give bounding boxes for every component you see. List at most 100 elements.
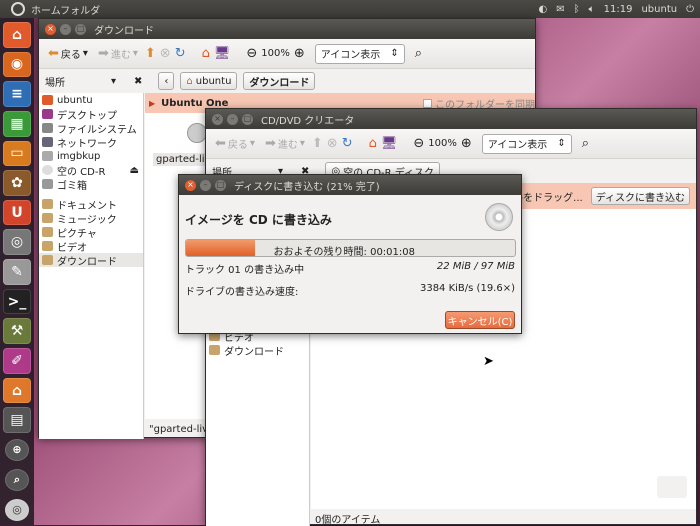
up-arrow-icon[interactable]: ⬆ bbox=[312, 137, 323, 150]
sidebar: ubuntu デスクトップ ファイルシステム ネットワーク imgbkup 空の… bbox=[39, 93, 144, 439]
ubuntu-logo-icon[interactable] bbox=[11, 2, 25, 16]
reload-icon[interactable]: ↻ bbox=[175, 47, 186, 60]
camera-icon[interactable]: ◎ bbox=[3, 229, 31, 256]
path-back-button[interactable]: ‹ bbox=[158, 72, 175, 90]
sidebar-item-music[interactable]: ミュージック bbox=[39, 211, 143, 226]
search-icon[interactable]: ⌕ bbox=[415, 47, 422, 60]
app-name[interactable]: ホームフォルダ bbox=[31, 2, 100, 17]
stop-icon[interactable]: ⊗ bbox=[160, 47, 171, 60]
minimize-icon[interactable]: – bbox=[200, 179, 211, 191]
sidebar-item-home[interactable]: ubuntu bbox=[39, 93, 143, 107]
ubuntu-one-icon[interactable]: U bbox=[3, 199, 31, 226]
sidebar-item-imgbkup[interactable]: imgbkup bbox=[39, 149, 143, 163]
cd-icon bbox=[42, 165, 53, 175]
terminal-icon[interactable]: >_ bbox=[3, 288, 31, 315]
tools-icon[interactable]: ⚒ bbox=[3, 318, 31, 345]
cd-icon[interactable]: ◎ bbox=[5, 498, 29, 521]
minimize-icon[interactable]: – bbox=[60, 23, 71, 35]
breadcrumb-ubuntu[interactable]: ⌂ ubuntu bbox=[180, 72, 238, 90]
dialog-title: ディスクに書き込む (21% 完了) bbox=[234, 181, 380, 193]
forward-button[interactable]: ➡ 進む ▾ bbox=[262, 136, 308, 151]
desktop-icon bbox=[42, 109, 53, 119]
impress-icon[interactable]: ▭ bbox=[3, 140, 31, 167]
close-icon[interactable]: × bbox=[212, 113, 223, 125]
zoom-in-icon[interactable]: ⊕ bbox=[294, 47, 305, 60]
burn-disc-button[interactable]: ディスクに書き込む bbox=[590, 187, 690, 205]
forward-arrow-icon: ➡ bbox=[97, 46, 109, 61]
minimize-icon[interactable]: – bbox=[227, 113, 238, 125]
view-label: アイコン表示 bbox=[320, 50, 381, 61]
folder-icon bbox=[209, 345, 220, 355]
power-icon[interactable]: ⏻ bbox=[686, 4, 694, 15]
back-label: 戻る bbox=[60, 50, 81, 61]
zoom-in-icon[interactable]: ⊕ bbox=[461, 137, 472, 150]
home-folder-icon[interactable]: ⌂ bbox=[3, 22, 31, 48]
close-icon[interactable]: × bbox=[45, 23, 56, 35]
sidebar-label: デスクトップ bbox=[57, 110, 117, 122]
back-button[interactable]: ⬅ 戻る ▾ bbox=[212, 136, 258, 151]
breadcrumb-downloads[interactable]: ダウンロード bbox=[243, 72, 316, 90]
maximize-icon[interactable]: □ bbox=[75, 23, 86, 35]
eject-icon[interactable]: ⏏ bbox=[130, 165, 139, 176]
network-icon[interactable]: ◐ bbox=[539, 4, 548, 15]
home-icon bbox=[42, 95, 53, 105]
sidebar-item-pictures[interactable]: ピクチャ bbox=[39, 225, 143, 240]
close-icon[interactable]: × bbox=[185, 179, 196, 191]
paint-icon[interactable]: ✐ bbox=[3, 348, 31, 374]
sidebar-item-desktop[interactable]: デスクトップ bbox=[39, 107, 143, 122]
back-label: 戻る bbox=[227, 140, 248, 151]
firefox-icon[interactable]: ◉ bbox=[3, 51, 31, 78]
up-arrow-icon[interactable]: ⬆ bbox=[145, 47, 156, 60]
volume-icon[interactable]: 🔈︎ bbox=[589, 4, 595, 15]
home-icon[interactable]: ⌂ bbox=[369, 137, 377, 150]
maximize-icon[interactable]: □ bbox=[242, 113, 253, 125]
user-menu[interactable]: ubuntu bbox=[641, 4, 677, 15]
search-icon[interactable]: ⌕ bbox=[5, 468, 29, 491]
clock[interactable]: 11:19 bbox=[604, 4, 633, 15]
mail-icon[interactable]: ✉ bbox=[556, 4, 564, 15]
computer-icon[interactable]: 🖥︎ bbox=[381, 137, 398, 150]
home-folder-icon[interactable]: ⌂ bbox=[3, 377, 31, 404]
writer-icon[interactable]: ≡ bbox=[3, 81, 31, 107]
window-title: CD/DVD クリエータ bbox=[261, 115, 355, 127]
view-selector[interactable]: アイコン表示 ⇕ bbox=[481, 133, 572, 154]
calc-icon[interactable]: ▦ bbox=[3, 110, 31, 137]
window-titlebar[interactable]: × – □ CD/DVD クリエータ bbox=[206, 109, 696, 129]
window-titlebar[interactable]: × – □ ダウンロード bbox=[39, 19, 535, 39]
cd-image-icon[interactable] bbox=[187, 123, 207, 143]
dialog-titlebar[interactable]: × – □ ディスクに書き込む (21% 完了) bbox=[179, 175, 521, 195]
search-icon[interactable]: ⌕ bbox=[582, 137, 589, 150]
bluetooth-icon[interactable]: ᛒ bbox=[574, 4, 580, 15]
home-icon[interactable]: ⌂ bbox=[202, 47, 210, 60]
triangle-right-icon[interactable]: ▶ bbox=[149, 99, 155, 108]
sidebar-item-filesystem[interactable]: ファイルシステム bbox=[39, 121, 143, 136]
workspace-icon[interactable]: ⊕ bbox=[5, 438, 29, 461]
view-selector[interactable]: アイコン表示 ⇕ bbox=[314, 43, 405, 64]
close-sidebar-icon[interactable]: ✖ bbox=[134, 76, 142, 87]
reload-icon[interactable]: ↻ bbox=[342, 137, 353, 150]
back-button[interactable]: ⬅ 戻る ▾ bbox=[45, 46, 91, 61]
software-center-icon[interactable]: ✿ bbox=[3, 170, 31, 196]
forward-button[interactable]: ➡ 進む ▾ bbox=[95, 46, 141, 61]
sidebar-item-downloads[interactable]: ダウンロード bbox=[39, 253, 143, 268]
sidebar-item-blank-cd[interactable]: 空の CD-R ⏏ bbox=[39, 163, 143, 178]
cancel-button[interactable]: キャンセル(C) bbox=[445, 311, 515, 329]
trash-icon bbox=[42, 179, 53, 189]
computer-icon[interactable]: 🖥︎ bbox=[214, 47, 231, 60]
sidebar-item-documents[interactable]: ドキュメント bbox=[39, 197, 143, 212]
stop-icon[interactable]: ⊗ bbox=[327, 137, 338, 150]
sidebar-item-downloads[interactable]: ダウンロード bbox=[206, 343, 309, 358]
maximize-icon[interactable]: □ bbox=[215, 179, 226, 191]
zoom-out-icon[interactable]: ⊖ bbox=[413, 137, 424, 150]
remaining-time: おおよその残り時間: 00:01:08 bbox=[273, 247, 415, 257]
sidebar-label: ビデオ bbox=[57, 242, 87, 254]
sidebar-label: ダウンロード bbox=[57, 256, 117, 268]
sidebar-item-videos[interactable]: ビデオ bbox=[39, 239, 143, 254]
sidebar-item-trash[interactable]: ゴミ箱 bbox=[39, 177, 143, 192]
chevron-down-icon[interactable]: ▾ bbox=[111, 76, 116, 87]
sidebar-item-network[interactable]: ネットワーク bbox=[39, 135, 143, 150]
text-editor-icon[interactable]: ✎ bbox=[3, 259, 31, 285]
zoom-out-icon[interactable]: ⊖ bbox=[246, 47, 257, 60]
sidebar-label: imgbkup bbox=[57, 150, 101, 162]
window-icon[interactable]: ▤ bbox=[3, 407, 31, 433]
